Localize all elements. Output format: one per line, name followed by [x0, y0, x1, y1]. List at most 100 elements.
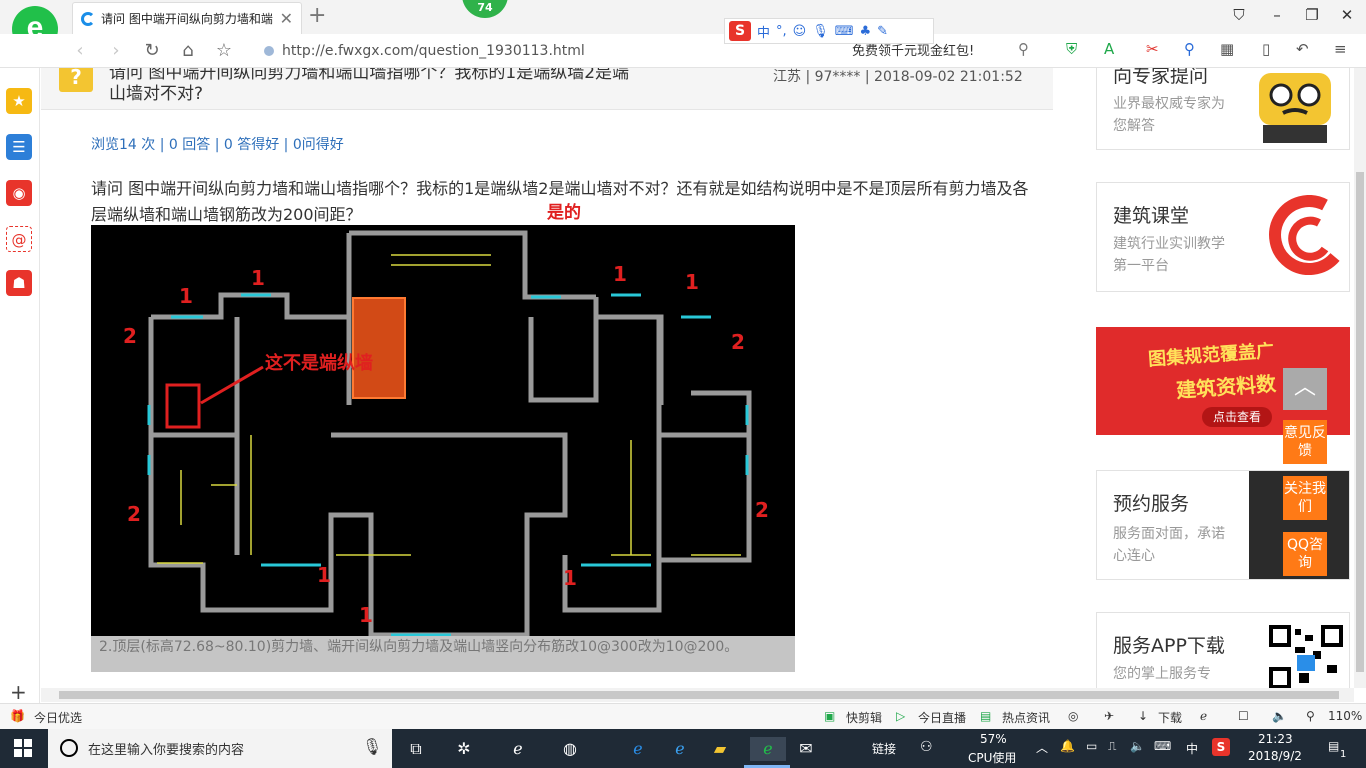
card-app-sub: 您的掌上服务专 [1113, 666, 1211, 682]
favorite-star-icon[interactable]: ☆ [212, 40, 236, 62]
floor-plan-image[interactable]: 这不是端纵墙 1 1 1 1 1 1 1 1 2 2 2 2 [91, 225, 795, 671]
task-view-icon[interactable]: ⧉ [404, 737, 428, 761]
horizontal-scrollbar[interactable] [41, 688, 1354, 702]
volume-icon[interactable]: 🔈 [1272, 709, 1287, 723]
download-link[interactable]: 下载 [1158, 709, 1182, 726]
keyboard-tray-icon[interactable]: ⌨ [1154, 739, 1171, 753]
translate-icon[interactable]: A [1104, 40, 1114, 58]
card-classroom[interactable]: 建筑课堂 建筑行业实训教学第一平台 [1096, 182, 1350, 292]
horizontal-scroll-thumb[interactable] [59, 691, 1339, 699]
taskbar-mic-icon[interactable]: 🎙 [362, 737, 382, 756]
mail-icon[interactable]: @ [6, 226, 32, 252]
refresh-icon[interactable]: ↻ [140, 40, 164, 62]
shield-icon[interactable]: ⛨ [1066, 40, 1077, 58]
window-icon[interactable]: ☐ [1238, 709, 1249, 723]
label-2-d: 2 [755, 498, 769, 522]
feedback-button[interactable]: 意见反馈 [1283, 420, 1327, 464]
mascot-icon [1259, 73, 1331, 143]
handwritten-answer: 是的 [547, 203, 581, 223]
chrome-like-icon[interactable]: ◍ [558, 737, 582, 761]
address-bar[interactable]: http://e.fwxgx.com/question_1930113.html [258, 39, 588, 63]
taskbar-search-box[interactable]: 在这里输入你要搜索的内容 🎙 [48, 729, 392, 768]
gift-icon[interactable]: 🎁 [10, 709, 25, 723]
card-expert[interactable]: 向专家提问 业界最权威专家为您解答 [1096, 68, 1350, 150]
sogou-tray-icon[interactable]: S [1212, 738, 1230, 756]
search-icon[interactable]: ⚲ [1018, 40, 1029, 58]
windows-start-icon[interactable] [14, 739, 32, 757]
people-icon[interactable]: ⚇ [920, 739, 933, 755]
ime-lang[interactable]: 中 [757, 22, 770, 41]
zoom-icon[interactable]: ⚲ [1306, 709, 1315, 723]
download-icon[interactable]: ↓ [1138, 709, 1148, 723]
fan-app-icon[interactable]: ✲ [452, 737, 476, 761]
today-picks-link[interactable]: 今日优选 [34, 709, 82, 726]
speed-badge[interactable]: 74 [462, 0, 508, 18]
new-tab-button[interactable]: + [308, 4, 326, 28]
minimize-button[interactable]: – [1262, 6, 1292, 24]
vertical-scroll-thumb[interactable] [1356, 172, 1364, 672]
magnifier-icon[interactable]: ⚲ [1184, 40, 1195, 58]
favorites-icon[interactable]: ★ [6, 88, 32, 114]
tab-close-icon[interactable]: ✕ [280, 9, 293, 28]
home-icon[interactable]: ⌂ [176, 40, 200, 62]
scissors-icon[interactable]: ✂ [1146, 40, 1159, 58]
skin-icon[interactable]: ♣ [860, 24, 872, 39]
game-icon[interactable]: ☗ [6, 270, 32, 296]
keyboard-icon[interactable]: ⌨ [835, 24, 854, 39]
file-explorer-icon[interactable]: ▰ [708, 737, 732, 761]
news-link[interactable]: 热点资讯 [1002, 709, 1050, 726]
link-label[interactable]: 链接 [872, 740, 896, 757]
ime-punct[interactable]: °, [776, 24, 787, 39]
follow-button[interactable]: 关注我们 [1283, 476, 1327, 520]
back-button[interactable]: ‹ [68, 40, 92, 62]
ie-green-icon[interactable]: ℯ [506, 737, 530, 761]
action-center-icon[interactable]: ▤ [1328, 739, 1339, 753]
question-stats[interactable]: 浏览14 次 | 0 回答 | 0 答得好 | 0问得好 [91, 134, 344, 154]
add-sidebar-icon[interactable]: + [10, 680, 27, 704]
input-lang[interactable]: 中 [1186, 740, 1198, 757]
close-button[interactable]: ✕ [1332, 6, 1362, 24]
drawing-note-strip: 2.顶层(标高72.68~80.10)剪力墙、端开间纵向剪力墙及端山墙竖向分布筋… [91, 636, 795, 672]
card-app[interactable]: 服务APP下载 您的掌上服务专 [1096, 612, 1350, 688]
network-icon[interactable]: ⎍ [1108, 739, 1116, 754]
maximize-button[interactable]: ❐ [1297, 6, 1327, 24]
tray-bell-icon[interactable]: 🔔 [1060, 739, 1075, 753]
reading-list-icon[interactable]: ☰ [6, 134, 32, 160]
tab-active[interactable]: 请问 图中端开间纵向剪力墙和端山墙 ✕ [72, 2, 302, 34]
speed-icon[interactable]: ◎ [1068, 709, 1078, 723]
pin-icon[interactable]: ⛉ [1224, 6, 1254, 24]
mail-app-icon[interactable]: ✉ [794, 737, 818, 761]
back-to-top-button[interactable]: ︿ [1283, 368, 1327, 410]
edge-icon[interactable]: ℯ [626, 737, 650, 761]
address-text[interactable]: http://e.fwxgx.com/question_1930113.html [282, 43, 585, 59]
emoji-icon[interactable]: ☺ [793, 24, 807, 39]
weibo-icon[interactable]: ◉ [6, 180, 32, 206]
apps-icon[interactable]: ▦ [1220, 40, 1234, 58]
menu-icon[interactable]: ≡ [1334, 40, 1347, 58]
pin-tool-icon[interactable]: ✈ [1104, 709, 1114, 723]
sogou-icon[interactable]: S [729, 21, 751, 41]
tab-title: 请问 图中端开间纵向剪力墙和端山墙 [101, 12, 274, 26]
mic-icon[interactable]: 🎙 [812, 24, 829, 39]
clock-time[interactable]: 21:23 [1258, 732, 1293, 746]
banner-button[interactable]: 点击查看 [1202, 407, 1272, 427]
zoom-level[interactable]: 110% [1328, 709, 1362, 723]
live-link[interactable]: 今日直播 [918, 709, 966, 726]
battery-icon[interactable]: ▭ [1086, 739, 1097, 753]
clock-date[interactable]: 2018/9/2 [1248, 749, 1302, 763]
tray-expand-icon[interactable]: ︿ [1036, 739, 1048, 756]
ime-toolbar[interactable]: S 中 °, ☺ 🎙 ⌨ ♣ ✎ [724, 18, 934, 44]
speaker-icon[interactable]: 🔈 [1130, 739, 1145, 753]
undo-icon[interactable]: ↶ [1296, 40, 1309, 58]
wrench-icon[interactable]: ✎ [877, 24, 888, 39]
quick-clip-link[interactable]: 快剪辑 [846, 709, 882, 726]
tablet-icon[interactable]: ▯ [1262, 40, 1270, 58]
ie-mode-icon[interactable]: ℯ [1200, 709, 1207, 723]
cpu-label: CPU使用 [968, 751, 1017, 765]
site-info-icon[interactable] [264, 46, 274, 56]
vertical-scrollbar[interactable] [1354, 68, 1366, 688]
qq-button[interactable]: QQ咨询 [1283, 532, 1327, 576]
forward-button[interactable]: › [104, 40, 128, 62]
360-browser-icon[interactable]: ℯ [750, 737, 786, 761]
ie-icon[interactable]: ℯ [668, 737, 692, 761]
